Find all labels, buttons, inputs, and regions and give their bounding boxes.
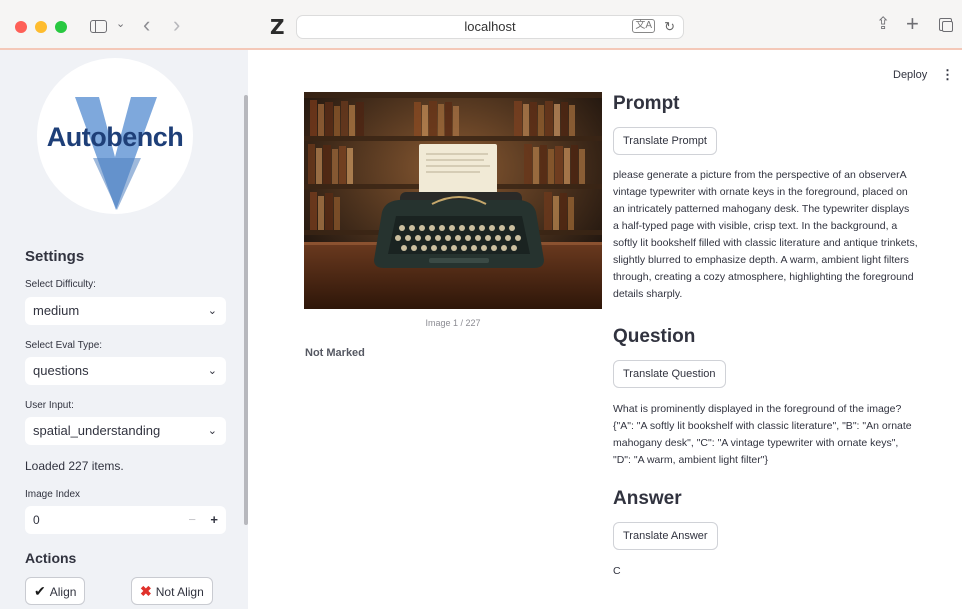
difficulty-label: Select Difficulty: <box>25 279 96 290</box>
logo-text: Autobench <box>46 122 184 152</box>
user-input-label: User Input: <box>25 400 74 411</box>
prompt-text: please generate a picture from the persp… <box>613 169 918 300</box>
sidebar-toggle-icon[interactable] <box>90 20 107 33</box>
translate-question-button[interactable]: Translate Question <box>613 360 726 388</box>
question-text: What is prominently displayed in the for… <box>613 403 912 466</box>
question-heading: Question <box>613 326 696 347</box>
image-index-value: 0 <box>33 513 40 527</box>
align-label: Align <box>49 585 77 599</box>
not-align-button[interactable]: ✖ Not Align <box>131 577 213 605</box>
translate-answer-button[interactable]: Translate Answer <box>613 522 718 550</box>
cross-icon: ✖ <box>140 583 152 599</box>
mark-status: Not Marked <box>305 347 365 359</box>
chevron-down-icon: ⌄ <box>207 305 217 317</box>
chevron-down-icon: ⌄ <box>207 425 217 437</box>
image-caption: Image 1 / 227 <box>425 318 481 328</box>
image-index-label: Image Index <box>25 489 81 500</box>
eval-type-value: questions <box>33 363 89 378</box>
chevron-down-icon[interactable]: ⌄ <box>116 17 125 30</box>
minimize-window-button[interactable] <box>35 21 47 33</box>
autobench-logo: Autobench <box>37 58 193 214</box>
sidebar-scrollbar[interactable] <box>244 95 248 525</box>
new-tab-icon[interactable]: + <box>906 11 919 37</box>
reload-icon[interactable]: ↻ <box>664 16 675 38</box>
user-input-value: spatial_understanding <box>33 423 161 438</box>
browser-logo-icon: Z <box>270 15 285 39</box>
checkmark-icon: ✔ <box>34 583 46 599</box>
difficulty-value: medium <box>33 303 80 318</box>
align-button[interactable]: ✔ Align <box>25 577 86 605</box>
address-bar[interactable]: localhost 文A ↻ <box>296 15 684 39</box>
logo-v-shade <box>93 158 141 210</box>
translate-icon[interactable]: 文A <box>632 19 655 33</box>
deploy-button[interactable]: Deploy <box>893 69 927 81</box>
prompt-heading: Prompt <box>613 93 680 114</box>
difficulty-select[interactable]: medium ⌄ <box>25 297 226 325</box>
translate-prompt-button[interactable]: Translate Prompt <box>613 127 717 155</box>
answer-heading: Answer <box>613 488 682 509</box>
close-window-button[interactable] <box>15 21 27 33</box>
increment-button[interactable]: + <box>210 506 218 534</box>
image-index-input[interactable]: 0 − + <box>25 506 226 534</box>
zoom-window-button[interactable] <box>55 21 67 33</box>
settings-heading: Settings <box>25 248 85 265</box>
eval-type-label: Select Eval Type: <box>25 340 103 351</box>
loaded-items-text: Loaded 227 items. <box>25 459 124 473</box>
not-align-label: Not Align <box>155 585 204 599</box>
chevron-down-icon: ⌄ <box>207 365 217 377</box>
share-icon[interactable]: ⇪ <box>876 14 890 34</box>
back-icon[interactable]: ‹ <box>143 12 150 38</box>
decrement-button[interactable]: − <box>188 506 196 534</box>
main-menu-icon[interactable]: ⋮ <box>941 67 954 83</box>
actions-heading: Actions <box>25 550 77 566</box>
sidebar: Autobench Settings Select Difficulty: me… <box>0 50 248 609</box>
typewriter-photo <box>304 92 602 309</box>
url-text: localhost <box>464 19 516 34</box>
answer-text: C <box>613 565 621 577</box>
eval-type-select[interactable]: questions ⌄ <box>25 357 226 385</box>
forward-icon[interactable]: › <box>173 12 180 38</box>
tab-overview-icon[interactable] <box>939 18 953 32</box>
sample-image <box>304 92 602 309</box>
browser-toolbar: ⌄ ‹ › Z localhost 文A ↻ ⇪ + <box>0 0 962 50</box>
user-input-select[interactable]: spatial_understanding ⌄ <box>25 417 226 445</box>
